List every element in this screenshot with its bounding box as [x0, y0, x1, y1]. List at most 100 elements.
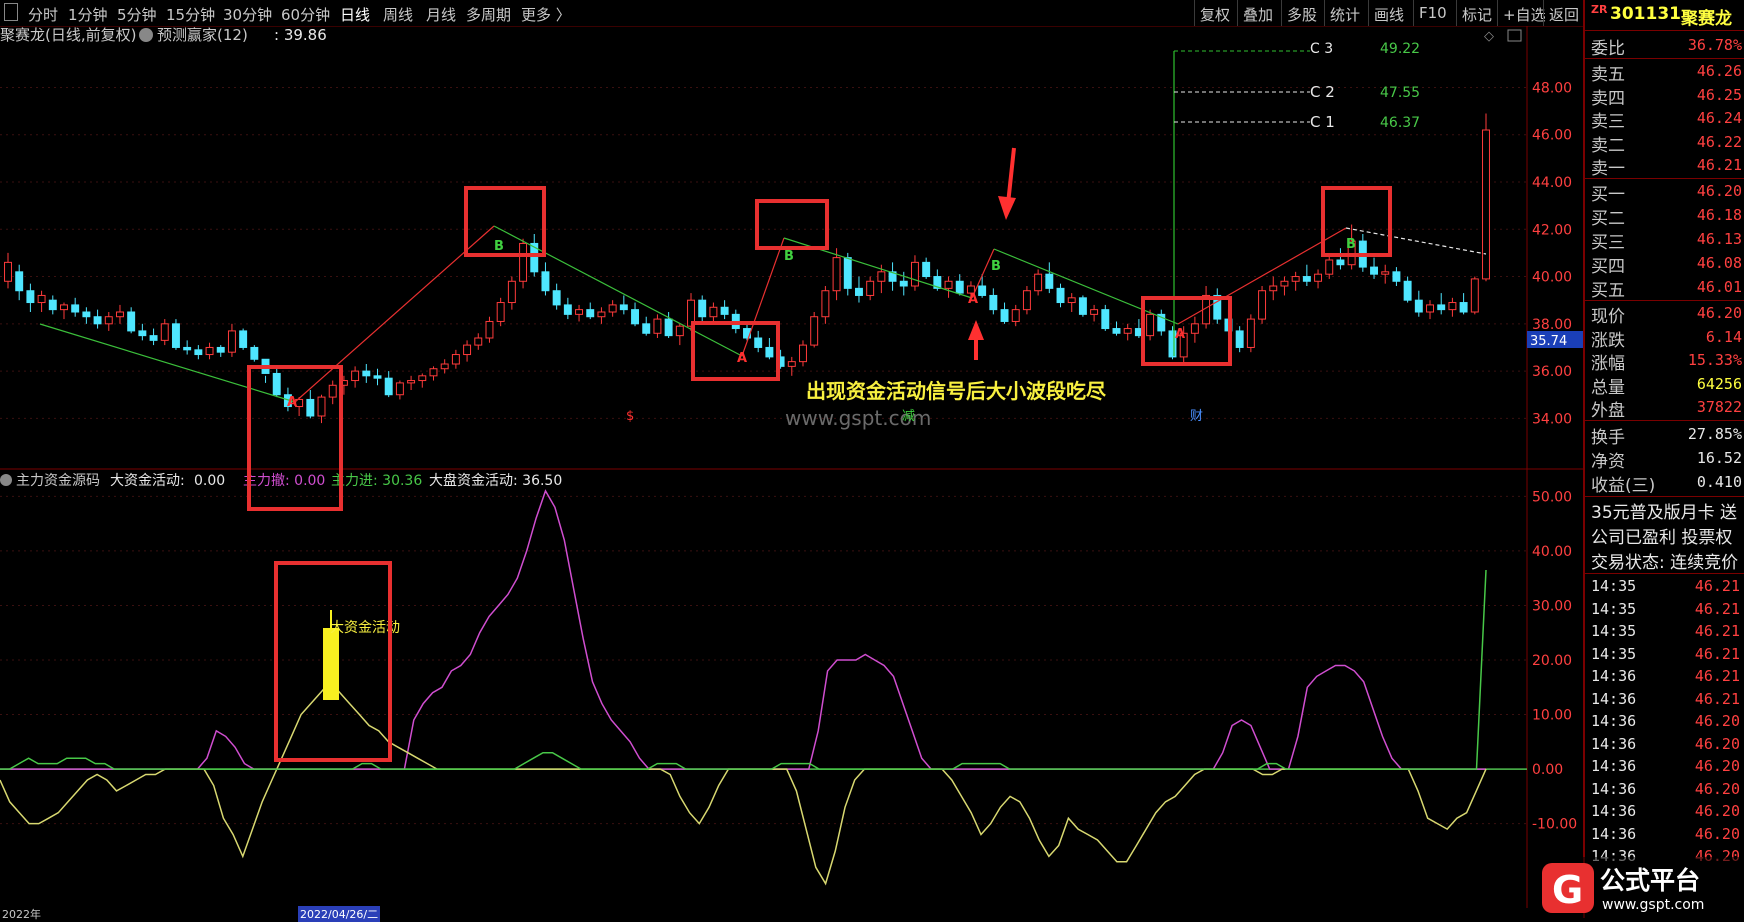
indicator-line [0, 680, 1487, 886]
toolbar-button[interactable]: +自选 [1503, 4, 1546, 25]
period-tab[interactable]: 15分钟 [166, 4, 215, 25]
bid-row: 买四 46.08 [1591, 252, 1744, 277]
period-tab[interactable]: 分时 [28, 4, 58, 25]
period-toolbar: 分时 1分钟 5分钟 15分钟 30分钟 60分钟 日线 周线 月线 多周期 更多 〉 复权 叠加 多股… [0, 0, 1583, 27]
brand-logo: G 公式平台 www.gspt.com [1538, 857, 1744, 918]
candle-body [127, 311, 136, 332]
marker-b: B [494, 239, 504, 254]
period-tab[interactable]: 1分钟 [68, 4, 108, 25]
ask-row-value: 46.26 [1696, 62, 1742, 80]
bid-row-value: 46.18 [1696, 206, 1742, 224]
toolbar-button[interactable]: 统计 [1330, 4, 1360, 25]
candle-body [37, 294, 46, 304]
marker-a: A [968, 292, 978, 307]
tick-row: 14:36 46.20 [1591, 823, 1744, 846]
toolbar-button[interactable]: 多股 [1287, 4, 1317, 25]
period-tab[interactable]: 日线 [340, 4, 370, 25]
candle-body [239, 330, 248, 348]
quote-row-label: 现价 [1591, 307, 1625, 327]
candle-body [631, 309, 640, 325]
toolbar-button[interactable]: 返回 [1549, 4, 1579, 25]
weibi-value: 36.78% [1687, 36, 1742, 54]
tick-row: 14:36 46.20 [1591, 755, 1744, 778]
tick-time: 14:36 [1591, 712, 1637, 730]
candle-body [1101, 309, 1110, 330]
weibi-label: 委比 [1591, 39, 1625, 59]
tick-time: 14:36 [1591, 779, 1637, 798]
stock-name: 聚赛龙 [1681, 9, 1732, 29]
candle-body [675, 325, 684, 337]
candle-body [1470, 278, 1479, 313]
period-tab[interactable]: 60分钟 [281, 4, 330, 25]
tick-price: 46.21 [1694, 599, 1740, 618]
period-tab[interactable]: 多周期 [466, 4, 511, 25]
candle-body [1437, 304, 1446, 311]
toolbar-button[interactable]: F10 [1419, 4, 1447, 22]
info-text: 公司已盈利 投票权 [1591, 528, 1733, 546]
menu-icon[interactable] [4, 3, 18, 21]
tick-time: 14:36 [1591, 734, 1637, 753]
candle-body [1235, 330, 1244, 348]
tick-time: 14:35 [1591, 577, 1637, 595]
stock-code: 301131 [1610, 4, 1681, 24]
ask-row-value: 46.21 [1696, 156, 1742, 174]
tick-price: 46.20 [1694, 824, 1740, 843]
fund-indicator-chart[interactable]: 主力资金源码 大资金活动: 0.00 主力撤: 0.00 主力进: 30.36 … [0, 470, 1583, 908]
quote-row-value: 46.20 [1696, 304, 1742, 322]
bid-row-value: 46.13 [1696, 230, 1742, 248]
candle-body [1078, 297, 1087, 315]
candle-body [474, 337, 483, 346]
candle-body [854, 287, 863, 296]
period-tab[interactable]: 周线 [383, 4, 413, 25]
quote-row-label: 涨幅 [1591, 354, 1625, 374]
ind-axis-label: 40.00 [1532, 544, 1572, 560]
toolbar-button[interactable]: 叠加 [1243, 4, 1273, 25]
target-lines: C 3 49.22 C 2 47.55 C 1 46.37 [1173, 41, 1420, 356]
toolbar-button[interactable]: 标记 [1462, 4, 1492, 25]
tick-row: 14:36 46.21 [1591, 665, 1744, 688]
candle-body [1381, 271, 1390, 275]
candle-body [1034, 273, 1043, 292]
candlestick-chart[interactable]: 聚赛龙(日线,前复权) 预测赢家(12) : 39.86 ◇ 34.00 36.0… [0, 26, 1583, 470]
weibi-row: 委比 36.78% [1591, 34, 1744, 59]
quote-row: 总量 64256 [1591, 373, 1744, 398]
period-tab[interactable]: 30分钟 [223, 4, 272, 25]
tick-price: 46.20 [1694, 734, 1740, 753]
event-marker-dollar[interactable]: $ [626, 409, 634, 424]
bid-row-label: 买四 [1591, 257, 1625, 277]
period-tab[interactable]: 月线 [426, 4, 456, 25]
indicator-line [0, 489, 1486, 770]
quote-row-value: 64256 [1696, 374, 1742, 393]
candle-body [395, 382, 404, 396]
quote-row: 现价 46.20 [1591, 302, 1744, 327]
diamond-icon[interactable]: ◇ [1484, 29, 1494, 44]
price-axis-label: 46.00 [1532, 128, 1572, 144]
candle-body [194, 349, 203, 356]
candle-body [664, 318, 673, 337]
settings-icon[interactable] [0, 474, 12, 486]
window-icon[interactable] [1507, 29, 1522, 42]
info-text: 交易状态: 连续竞价 [1591, 553, 1739, 571]
event-marker-reduce[interactable]: 减 [902, 409, 915, 424]
toolbar-button[interactable]: 复权 [1200, 4, 1230, 25]
event-marker-finance[interactable]: 财 [1190, 409, 1203, 424]
candle-body [384, 377, 393, 396]
price-axis-label: 38.00 [1532, 317, 1572, 333]
candle-body [1370, 266, 1379, 275]
ind-axis-label: 0.00 [1532, 762, 1563, 778]
candle-body [832, 257, 841, 292]
candle-body [227, 330, 236, 353]
tick-price: 46.20 [1694, 802, 1740, 820]
toolbar-button[interactable]: 画线 [1374, 4, 1404, 25]
quote-row-label: 涨跌 [1591, 330, 1625, 351]
price-axis-label: 36.00 [1532, 364, 1572, 380]
period-tab[interactable]: 5分钟 [117, 4, 157, 25]
candle-body [709, 306, 718, 318]
candle-body [765, 346, 774, 358]
settings-icon[interactable] [139, 28, 153, 42]
quote-row-value: 37822 [1696, 398, 1742, 416]
candle-body [71, 304, 80, 313]
main-buy-value: 主力进: 30.36 [331, 473, 422, 489]
period-tab[interactable]: 更多 〉 [521, 4, 571, 25]
quote-row: 涨跌 6.14 [1591, 326, 1744, 351]
